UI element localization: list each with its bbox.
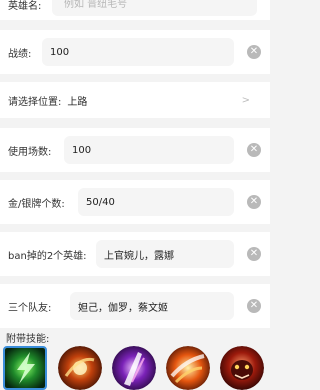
position-value: 上路 [67,96,88,108]
medals-value: 50/40 [86,196,115,208]
medals-row: 金/银牌个数: 50/40 ✕ [0,180,270,224]
medals-label: 金/银牌个数: [8,198,65,210]
skill-fire-dash-icon[interactable] [166,346,210,390]
matches-clear-icon[interactable]: ✕ [247,143,261,157]
teammates-label: 三个队友: [8,302,52,314]
teammates-value: 妲己，伽罗，蔡文姬 [78,302,168,314]
hero-name-input[interactable]: 例如 晋纽毛号 [52,0,257,16]
matches-input[interactable]: 100 [64,136,234,164]
record-label: 战绩: [8,48,32,60]
record-value: 100 [50,46,70,58]
medals-input[interactable]: 50/40 [78,188,234,216]
skill-purple-slash-icon[interactable] [112,346,156,390]
record-input[interactable]: 100 [42,38,234,66]
hero-name-row: 英雄名: 例如 晋纽毛号 [0,0,270,20]
banned-value: 上官婉儿，露娜 [104,250,174,262]
hero-name-label: 英雄名: [8,1,42,12]
banned-clear-icon[interactable]: ✕ [247,247,261,261]
skill-green-bolt-icon[interactable] [3,346,47,390]
hero-name-placeholder: 例如 晋纽毛号 [64,0,128,10]
record-row: 战绩: 100 ✕ [0,30,270,74]
position-row[interactable]: 请选择位置: 上路 > [0,82,270,118]
teammates-clear-icon[interactable]: ✕ [247,299,261,313]
skill-fire-orb-icon[interactable] [58,346,102,390]
skills-list [0,342,270,390]
teammates-row: 三个队友: 妲己，伽罗，蔡文姬 ✕ [0,284,270,328]
skill-red-beast-icon[interactable] [220,346,264,390]
matches-row: 使用场数: 100 ✕ [0,128,270,172]
matches-value: 100 [72,144,92,156]
medals-clear-icon[interactable]: ✕ [247,195,261,209]
banned-label: ban掉的2个英雄: [8,250,87,262]
banned-input[interactable]: 上官婉儿，露娜 [96,240,234,268]
matches-label: 使用场数: [8,146,52,158]
chevron-right-icon: > [241,94,250,106]
teammates-input[interactable]: 妲己，伽罗，蔡文姬 [70,292,234,320]
banned-row: ban掉的2个英雄: 上官婉儿，露娜 ✕ [0,232,270,276]
position-label: 请选择位置: [8,96,62,108]
record-clear-icon[interactable]: ✕ [247,45,261,59]
